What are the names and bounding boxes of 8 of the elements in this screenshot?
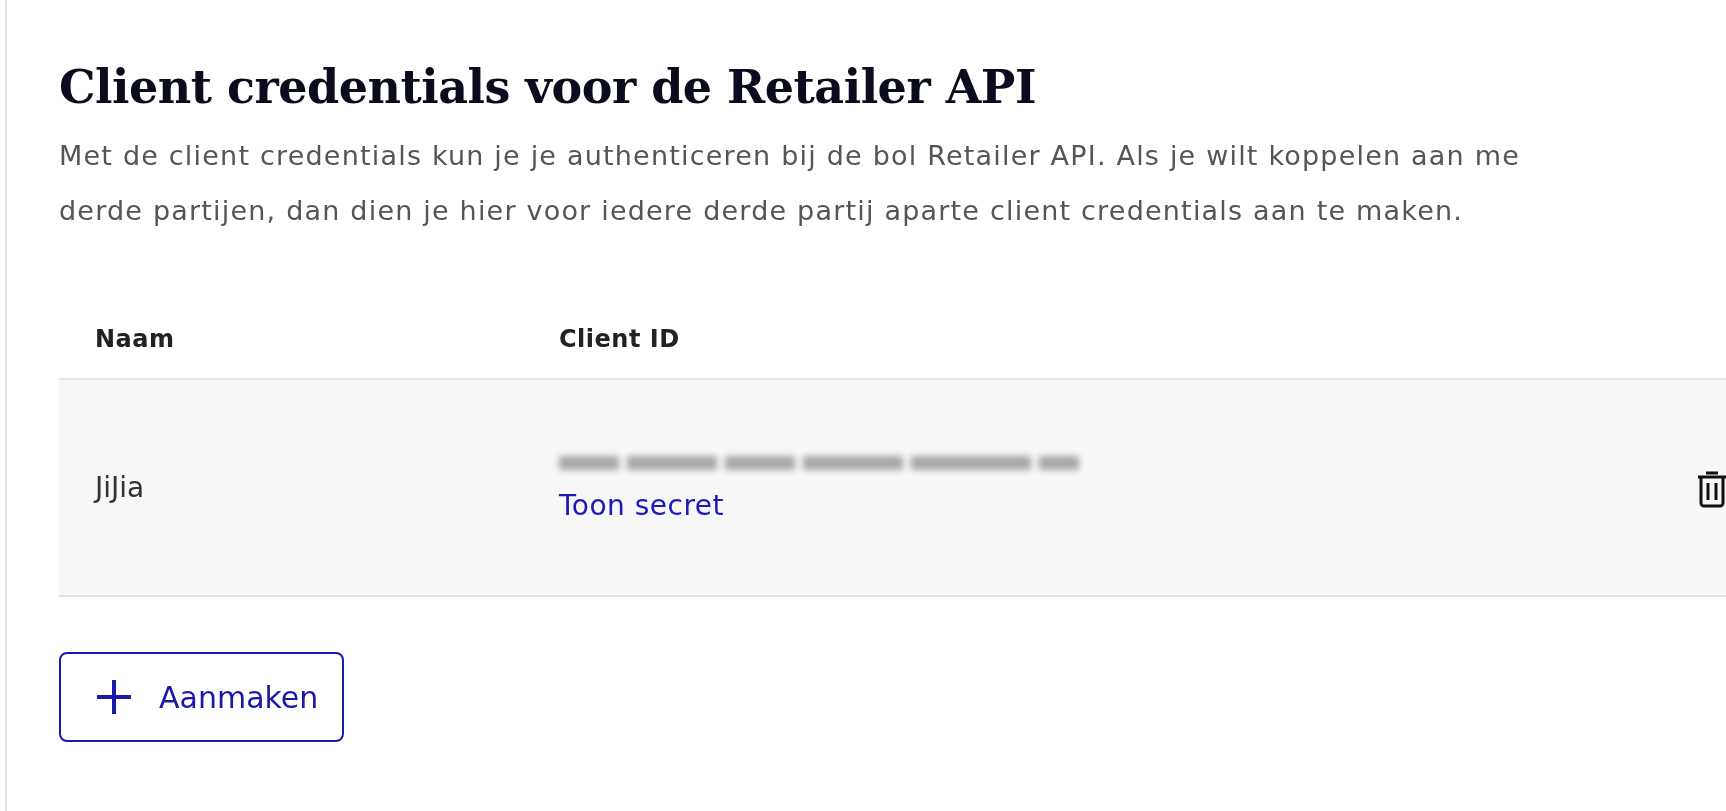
column-header: Client ID	[559, 325, 681, 353]
plus-icon	[95, 678, 133, 716]
table-cell-text: JiJia	[95, 471, 146, 504]
create-button[interactable]: Aanmaken	[59, 652, 345, 742]
column-header: Naam	[95, 325, 176, 353]
description-text: Met de client credentials kun je je authenticeren bij de bol Retailer API. Als je wilt koppelen aan me derde partijen, dan dien je hier voor iedere derde partij aparte client credentials aan te maken.	[59, 139, 1522, 228]
page-title: Client credentials voor de Retailer API	[59, 60, 1037, 114]
show-secret-link[interactable]: Toon secret	[559, 489, 725, 522]
